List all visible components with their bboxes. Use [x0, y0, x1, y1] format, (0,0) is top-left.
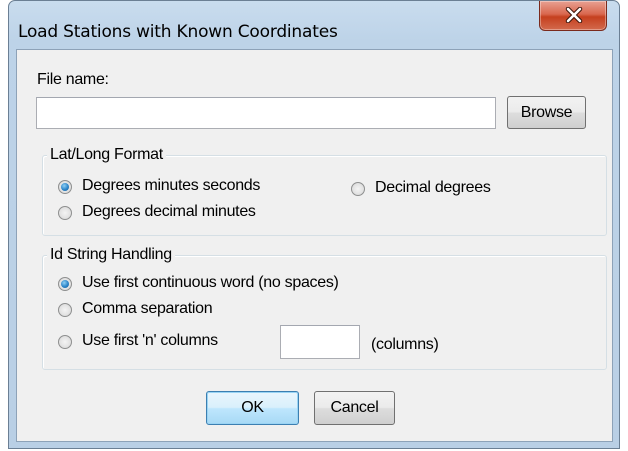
radio-degrees-minutes-seconds[interactable] [58, 180, 72, 194]
file-name-label: File name: [37, 71, 109, 88]
cancel-button[interactable]: Cancel [314, 391, 395, 425]
radio-first-continuous-word[interactable] [58, 277, 72, 291]
label-first-continuous-word[interactable]: Use first continuous word (no spaces) [82, 274, 339, 292]
columns-suffix-label: (columns) [371, 336, 439, 353]
label-degrees-decimal-minutes[interactable]: Degrees decimal minutes [82, 203, 256, 221]
dialog-window: Load Stations with Known Coordinates Fil… [8, 0, 620, 449]
idstring-group-title: Id String Handling [47, 246, 175, 264]
radio-decimal-degrees[interactable] [351, 182, 365, 196]
dialog-body: File name: Browse Lat/Long Format Degree… [16, 49, 613, 442]
window-title: Load Stations with Known Coordinates [18, 22, 338, 42]
close-button[interactable] [539, 1, 607, 31]
latlong-group-title: Lat/Long Format [47, 146, 166, 164]
title-bar[interactable]: Load Stations with Known Coordinates [9, 1, 619, 49]
label-decimal-degrees[interactable]: Decimal degrees [375, 179, 491, 197]
browse-button[interactable]: Browse [507, 96, 586, 129]
label-first-n-columns[interactable]: Use first 'n' columns [82, 332, 218, 350]
latlong-groupbox [42, 155, 607, 236]
label-degrees-minutes-seconds[interactable]: Degrees minutes seconds [82, 177, 260, 195]
radio-first-n-columns[interactable] [58, 335, 72, 349]
close-x-icon [565, 7, 583, 23]
ok-button[interactable]: OK [206, 391, 299, 425]
radio-comma-separation[interactable] [58, 303, 72, 317]
file-name-input[interactable] [36, 97, 496, 129]
columns-count-input[interactable] [280, 325, 360, 359]
radio-degrees-decimal-minutes[interactable] [58, 206, 72, 220]
label-comma-separation[interactable]: Comma separation [82, 300, 213, 318]
